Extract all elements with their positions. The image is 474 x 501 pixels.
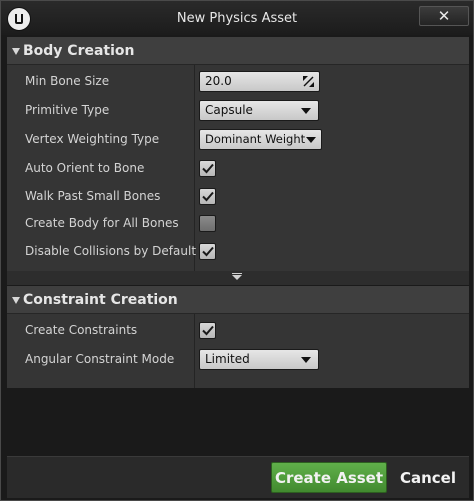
checkmark-icon bbox=[201, 191, 214, 202]
property-label: Primitive Type bbox=[25, 103, 110, 117]
checkmark-icon bbox=[201, 325, 214, 336]
checkmark-icon bbox=[201, 246, 214, 257]
close-button[interactable]: ✕ bbox=[419, 6, 469, 26]
row-min-bone-size: Min Bone Size 20.0 bbox=[7, 67, 469, 95]
row-create-body-for-all-bones: Create Body for All Bones bbox=[7, 209, 469, 237]
min-bone-size-value: 20.0 bbox=[205, 74, 232, 88]
create-body-for-all-bones-checkbox[interactable] bbox=[199, 215, 216, 232]
chevron-down-icon bbox=[301, 357, 311, 363]
row-auto-orient-to-bone: Auto Orient to Bone bbox=[7, 154, 469, 182]
min-bone-size-input[interactable]: 20.0 bbox=[199, 71, 320, 92]
constraint-creation-header[interactable]: Constraint Creation bbox=[7, 286, 469, 314]
property-label: Vertex Weighting Type bbox=[25, 132, 160, 146]
close-icon: ✕ bbox=[437, 6, 451, 25]
section-title: Constraint Creation bbox=[23, 292, 178, 308]
auto-orient-to-bone-checkbox[interactable] bbox=[199, 160, 216, 177]
row-walk-past-small-bones: Walk Past Small Bones bbox=[7, 182, 469, 210]
window-title: New Physics Asset bbox=[176, 11, 298, 26]
body-creation-section: Body Creation Min Bone Size 20.0 Primiti… bbox=[7, 37, 469, 285]
property-label: Create Body for All Bones bbox=[25, 216, 179, 230]
property-label: Auto Orient to Bone bbox=[25, 161, 145, 175]
angular-constraint-mode-dropdown[interactable]: Limited bbox=[199, 349, 319, 370]
cancel-button[interactable]: Cancel bbox=[393, 462, 463, 493]
dialog-footer: Create Asset Cancel bbox=[7, 456, 469, 498]
section-title: Body Creation bbox=[23, 43, 135, 59]
angular-constraint-mode-value: Limited bbox=[205, 352, 250, 366]
row-create-constraints: Create Constraints bbox=[7, 316, 469, 344]
constraint-creation-section: Constraint Creation Create Constraints A… bbox=[7, 286, 469, 388]
property-label: Create Constraints bbox=[25, 323, 138, 337]
body-creation-header[interactable]: Body Creation bbox=[7, 37, 469, 65]
row-angular-constraint-mode: Angular Constraint Mode Limited bbox=[7, 345, 469, 373]
checkmark-icon bbox=[201, 163, 214, 174]
advanced-expander[interactable] bbox=[7, 271, 469, 285]
row-vertex-weighting-type: Vertex Weighting Type Dominant Weight bbox=[7, 125, 469, 153]
create-constraints-checkbox[interactable] bbox=[199, 322, 216, 339]
disable-collisions-by-default-checkbox[interactable] bbox=[199, 243, 216, 260]
collapse-triangle-icon bbox=[12, 48, 20, 55]
property-label: Min Bone Size bbox=[25, 74, 110, 88]
primitive-type-dropdown[interactable]: Capsule bbox=[199, 100, 319, 121]
chevron-down-icon bbox=[232, 275, 242, 280]
new-physics-asset-dialog: New Physics Asset ✕ Body Creation Min Bo… bbox=[0, 0, 474, 501]
walk-past-small-bones-checkbox[interactable] bbox=[199, 188, 216, 205]
property-label: Walk Past Small Bones bbox=[25, 189, 161, 203]
collapse-triangle-icon bbox=[12, 297, 20, 304]
create-asset-button[interactable]: Create Asset bbox=[271, 462, 387, 493]
property-label: Angular Constraint Mode bbox=[25, 352, 175, 366]
slider-drag-icon[interactable] bbox=[303, 76, 314, 87]
row-disable-collisions-by-default: Disable Collisions by Default bbox=[7, 237, 469, 265]
vertex-weighting-type-dropdown[interactable]: Dominant Weight bbox=[199, 129, 322, 150]
chevron-down-icon bbox=[306, 137, 316, 143]
title-bar[interactable]: New Physics Asset ✕ bbox=[1, 1, 473, 35]
primitive-type-value: Capsule bbox=[205, 103, 253, 117]
chevron-down-icon bbox=[301, 108, 311, 114]
vertex-weighting-type-value: Dominant Weight bbox=[205, 132, 306, 146]
property-label: Disable Collisions by Default bbox=[25, 244, 197, 258]
expand-advanced-icon bbox=[232, 273, 242, 274]
row-primitive-type: Primitive Type Capsule bbox=[7, 96, 469, 124]
